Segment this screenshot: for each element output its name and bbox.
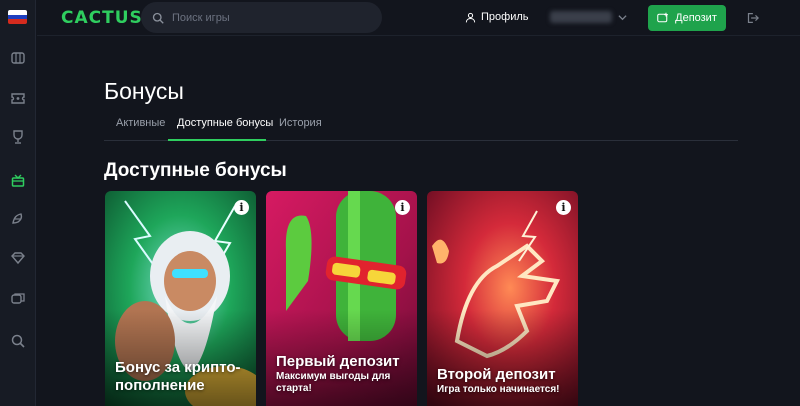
top-header: CACTUS Профиль Депозит [37,0,800,36]
tab-active[interactable]: Активные [116,117,165,129]
tab-available-bonuses[interactable]: Доступные бонусы [177,117,273,129]
chat-icon[interactable] [7,288,29,310]
wallet-plus-icon [657,12,668,23]
search-bar[interactable] [141,2,382,33]
tab-history[interactable]: История [279,117,322,129]
bonus-title: Второй депозит [437,366,556,383]
live-casino-icon[interactable] [7,208,29,230]
deposit-label: Депозит [675,12,717,24]
gift-icon[interactable] [7,169,29,191]
profile-link[interactable]: Профиль [465,11,529,23]
cactus-logo[interactable]: CACTUS [61,8,143,28]
search-input[interactable] [172,11,372,24]
sidebar [0,0,36,406]
logout-icon[interactable] [745,11,759,25]
info-icon[interactable]: i [395,200,410,215]
account-selector[interactable] [550,11,627,23]
info-icon[interactable]: i [234,200,249,215]
bonus-subtitle: Игра только начинается! [437,384,560,395]
bonus-title: Бонус за крипто-пополнение [115,359,241,394]
user-icon [465,12,476,22]
deposit-button[interactable]: Депозит [648,5,726,31]
info-icon[interactable]: i [556,200,571,215]
bonus-card-crypto[interactable]: i Бонус за крипто-пополнение [105,191,256,406]
chevron-down-icon [618,14,627,20]
search-icon [152,12,164,24]
app-root: CACTUS Профиль Депозит Бонусы Активные Д… [0,0,800,406]
bonus-tabs: Активные Доступные бонусы История [104,110,738,141]
bonus-card-first-deposit[interactable]: i Первый депозит Максимум выгоды для ста… [266,191,417,406]
trophy-icon[interactable] [7,126,29,148]
ticket-icon[interactable] [7,87,29,109]
section-title: Доступные бонусы [104,160,287,181]
profile-label: Профиль [481,11,529,23]
bonus-card-second-deposit[interactable]: i Второй депозит Игра только начинается! [427,191,578,406]
bonus-title: Первый депозит [276,353,400,370]
slots-icon[interactable] [7,47,29,69]
account-balance-hidden [550,11,612,23]
active-tab-indicator [168,139,266,141]
page-title: Бонусы [104,78,184,104]
bonus-subtitle: Максимум выгоды для старта! [276,371,391,394]
search-icon[interactable] [7,330,29,352]
flag-ru-icon[interactable] [8,10,27,24]
diamond-icon[interactable] [7,247,29,269]
